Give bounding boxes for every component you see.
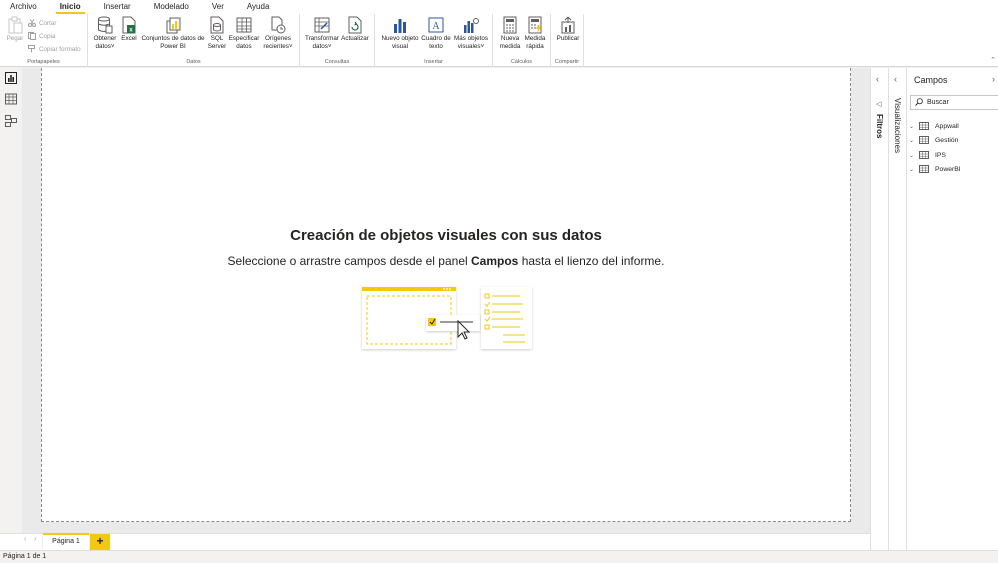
- excel-icon: x: [121, 16, 137, 34]
- chevron-down-icon: ⌄: [909, 166, 915, 173]
- chevron-down-icon: ⌄: [909, 123, 915, 130]
- report-canvas[interactable]: Creación de objetos visuales con sus dat…: [41, 68, 851, 522]
- page-tab-bar: ‹ › Página 1 +: [0, 533, 870, 550]
- calculations-group: Nueva medida Medida rápida Cálculos: [493, 14, 551, 67]
- fields-search-box: [910, 95, 998, 110]
- database-icon: [97, 16, 113, 34]
- fields-pane-mention: Campos: [471, 254, 519, 268]
- field-table-gestion[interactable]: ⌄ Gestión: [909, 134, 958, 146]
- fields-pane: Campos › ⌄ Appwall ⌄ Gestión ⌄ IPS ⌄ Pow…: [906, 68, 998, 550]
- chevron-right-icon[interactable]: ›: [992, 74, 995, 84]
- filters-label: Filtros: [875, 114, 884, 139]
- view-switcher: [0, 68, 22, 548]
- field-table-appwall[interactable]: ⌄ Appwall: [909, 120, 959, 132]
- canvas-area: Creación de objetos visuales con sus dat…: [22, 68, 870, 533]
- transform-data-button[interactable]: Transformar datos˅: [303, 17, 341, 50]
- enter-data-button[interactable]: Especificar datos: [228, 17, 260, 50]
- clipboard-group: Pegar Cortar Copia Copiar formato Portap…: [0, 14, 88, 67]
- chevron-down-icon: ⌄: [909, 152, 915, 159]
- copy-icon: [28, 32, 36, 40]
- refresh-button[interactable]: Actualizar: [340, 16, 370, 43]
- fields-search-input[interactable]: [927, 99, 987, 106]
- more-visuals-button[interactable]: Más objetos visuales˅: [452, 17, 490, 50]
- publish-icon: [560, 16, 576, 34]
- page-count-status: Página 1 de 1: [3, 553, 47, 560]
- tab-ver[interactable]: Ver: [208, 0, 228, 14]
- sql-server-icon: [209, 16, 225, 34]
- publish-button[interactable]: Publicar: [554, 16, 582, 43]
- tab-archivo[interactable]: Archivo: [6, 0, 41, 14]
- copy-button[interactable]: Copia: [28, 30, 55, 42]
- quick-measure-icon: [527, 16, 543, 34]
- svg-text:A: A: [432, 21, 440, 32]
- new-visual-button[interactable]: Nuevo objeto visual: [378, 17, 422, 50]
- empty-state-title: Creación de objetos visuales con sus dat…: [290, 227, 602, 244]
- prev-page-icon[interactable]: ‹: [24, 536, 26, 543]
- filter-icon: ◁: [876, 101, 882, 108]
- page-tab-1[interactable]: Página 1: [43, 533, 89, 550]
- data-group: Obtener datos˅ x Excel Conjuntos de dato…: [88, 14, 300, 67]
- power-bi-datasets-button[interactable]: Conjuntos de datos de Power BI: [139, 17, 207, 50]
- scissors-icon: [28, 19, 36, 27]
- visualizations-pane-collapsed[interactable]: ‹ Visualizaciones: [888, 68, 906, 550]
- new-measure-button[interactable]: Nueva medida: [497, 16, 523, 50]
- recent-sources-icon: [270, 16, 286, 34]
- table-icon: [919, 151, 929, 159]
- text-box-icon: A: [428, 17, 444, 33]
- table-icon: [919, 165, 929, 173]
- chevron-down-icon: ⌄: [909, 137, 915, 144]
- format-painter-button[interactable]: Copiar formato: [28, 43, 81, 55]
- share-group: Publicar Compartir: [551, 14, 584, 67]
- drag-fields-illustration: [360, 284, 536, 356]
- menu-tabs: Archivo Inicio Insertar Modelado Ver Ayu…: [0, 0, 998, 14]
- field-table-ips[interactable]: ⌄ IPS: [909, 149, 946, 161]
- paste-button[interactable]: Pegar: [4, 16, 26, 43]
- recent-sources-button[interactable]: Orígenes recientes˅: [261, 16, 295, 50]
- table-icon: [919, 122, 929, 130]
- sql-server-button[interactable]: SQL Server: [206, 16, 228, 50]
- search-icon: [915, 97, 923, 108]
- chevron-left-icon[interactable]: ‹: [894, 74, 897, 84]
- data-view-icon[interactable]: [5, 93, 17, 105]
- status-bar: Página 1 de 1: [0, 550, 998, 563]
- ribbon: Pegar Cortar Copia Copiar formato Portap…: [0, 14, 998, 67]
- tab-ayuda[interactable]: Ayuda: [243, 0, 274, 14]
- model-view-icon[interactable]: [5, 115, 17, 127]
- empty-state-subtitle: Seleccione o arrastre campos desde el pa…: [227, 254, 665, 268]
- insert-group: Nuevo objeto visual A Cuadro de texto Má…: [375, 14, 493, 67]
- table-icon: [919, 136, 929, 144]
- dataset-icon: [165, 17, 181, 34]
- cut-button[interactable]: Cortar: [28, 17, 57, 29]
- fields-pane-title: Campos: [914, 75, 948, 85]
- queries-group: Transformar datos˅ Actualizar Consultas: [300, 14, 375, 67]
- text-box-button[interactable]: A Cuadro de texto: [420, 17, 452, 50]
- filters-pane-collapsed[interactable]: ‹ ◁ Filtros: [870, 68, 888, 550]
- tab-insertar[interactable]: Insertar: [100, 0, 135, 14]
- refresh-icon: [347, 16, 363, 34]
- new-visual-icon: [392, 17, 408, 33]
- calculator-icon: [502, 16, 518, 34]
- tab-inicio[interactable]: Inicio: [55, 0, 85, 14]
- collapse-ribbon-icon[interactable]: ⌃: [990, 56, 996, 64]
- excel-button[interactable]: x Excel: [120, 16, 138, 43]
- paste-icon: [7, 16, 23, 34]
- transform-data-icon: [314, 17, 330, 33]
- next-page-icon[interactable]: ›: [34, 536, 36, 543]
- add-page-button[interactable]: +: [90, 534, 110, 550]
- chevron-left-icon[interactable]: ‹: [876, 74, 879, 84]
- report-view-icon[interactable]: [5, 72, 17, 84]
- get-data-button[interactable]: Obtener datos˅: [91, 16, 119, 50]
- quick-measure-button[interactable]: Medida rápida: [522, 16, 548, 50]
- tab-modelado[interactable]: Modelado: [150, 0, 193, 14]
- more-visuals-icon: [463, 17, 479, 33]
- visualizations-label: Visualizaciones: [893, 98, 902, 153]
- paintbrush-icon: [28, 45, 36, 53]
- table-icon: [236, 17, 252, 33]
- field-table-powerbi[interactable]: ⌄ PowerBI: [909, 163, 961, 175]
